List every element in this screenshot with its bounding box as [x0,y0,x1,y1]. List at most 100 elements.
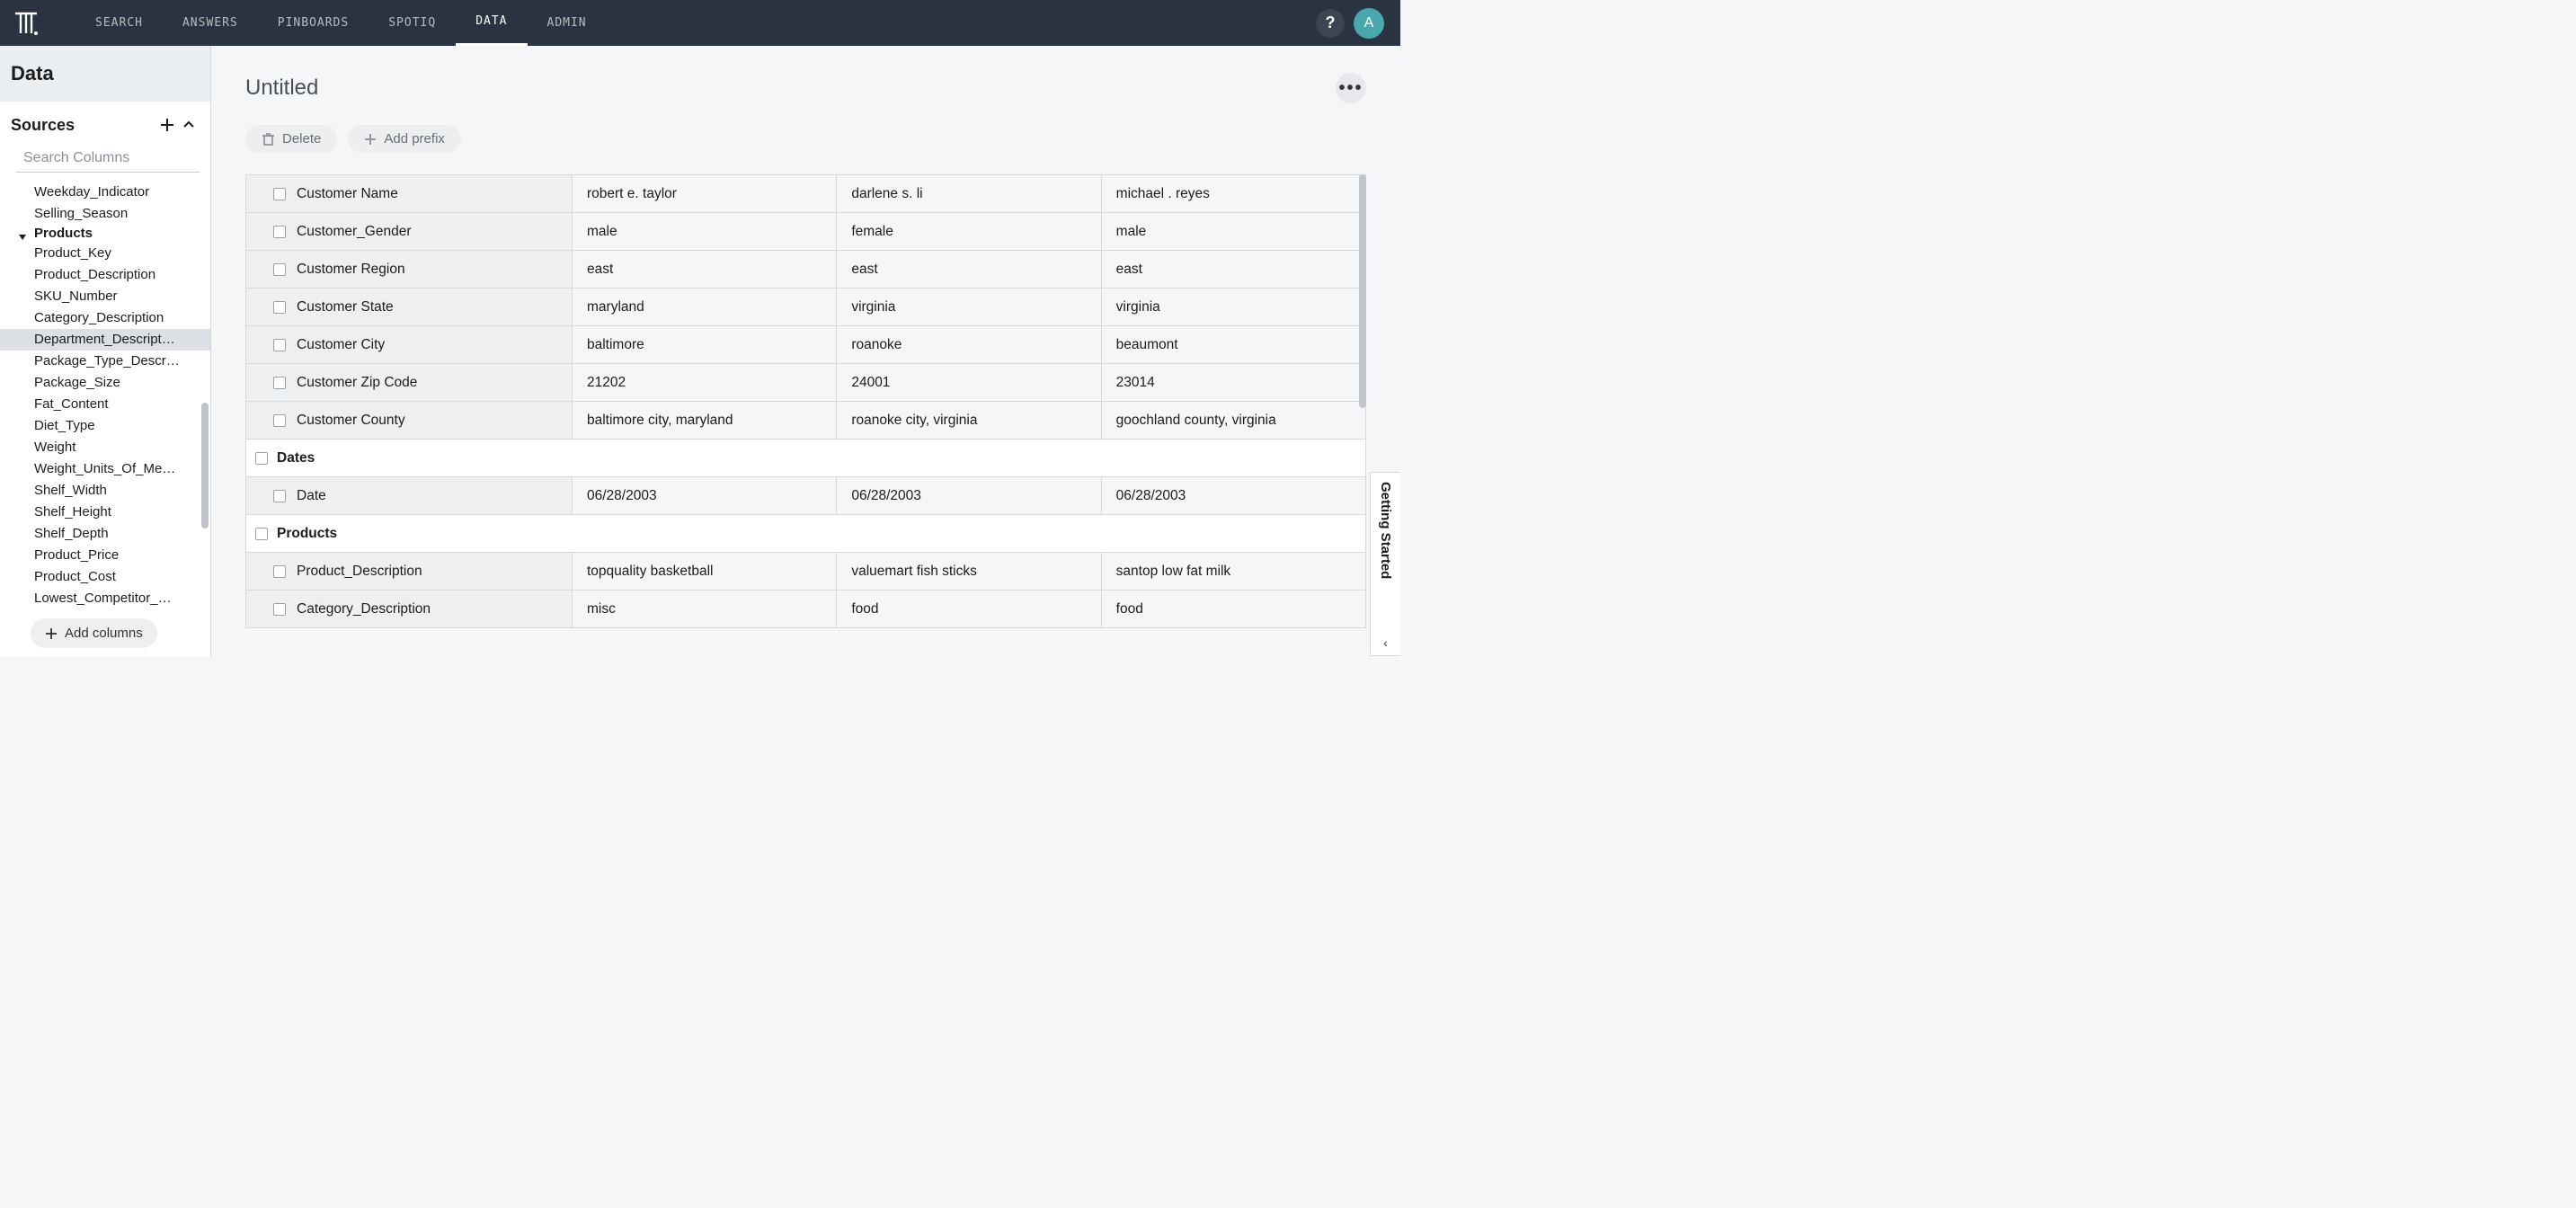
attribute-name: Customer Region [297,262,405,278]
tree-item[interactable]: Lowest_Competitor_… [0,588,210,609]
tree-item[interactable]: Product_Key [0,243,210,264]
tree-item[interactable]: Weekday_Indicator [0,182,210,203]
tree-item[interactable]: Package_Type_Descr… [0,351,210,372]
tree-item[interactable]: SKU_Number [0,286,210,307]
table-row: Customer Countybaltimore city, marylandr… [246,402,1365,440]
avatar[interactable]: A [1354,8,1384,39]
top-nav: SEARCHANSWERSPINBOARDSSPOTIQDATAADMIN ? … [0,0,1400,46]
columns-tree[interactable]: Weekday_IndicatorSelling_SeasonProductsP… [0,178,210,656]
tree-item[interactable]: Package_Size [0,372,210,394]
value-cell: beaumont [1102,326,1365,363]
getting-started-tab[interactable]: Getting Started ‹ [1370,472,1400,656]
attribute-name: Customer County [297,413,405,429]
checkbox[interactable] [273,565,286,578]
tree-item[interactable]: Product_Cost [0,566,210,588]
tree-item[interactable]: Fat_Content [0,394,210,415]
table-row: Customer Statemarylandvirginiavirginia [246,289,1365,326]
value-cell: male [1102,213,1365,250]
ellipsis-icon: ••• [1338,78,1363,99]
checkbox[interactable] [273,414,286,427]
attribute-cell[interactable]: Customer City [246,326,573,363]
value-cell: female [837,213,1101,250]
table-section-row: Products [246,515,1365,553]
tree-item[interactable]: Weight [0,437,210,458]
nav-item-data[interactable]: DATA [456,0,527,46]
attribute-cell[interactable]: Customer Region [246,251,573,288]
checkbox[interactable] [273,490,286,502]
search-columns[interactable] [16,145,200,173]
page-title[interactable]: Untitled [245,76,1336,101]
value-cell: east [1102,251,1365,288]
nav-item-search[interactable]: SEARCH [76,0,163,46]
tree-item[interactable]: Shelf_Depth [0,523,210,545]
chevron-up-icon [182,118,196,132]
search-columns-input[interactable] [23,150,209,166]
value-cell: misc [573,591,837,627]
value-cell: roanoke city, virginia [837,402,1101,439]
table-scrollbar-thumb[interactable] [1359,174,1366,408]
tree-item[interactable]: Product_Description [0,264,210,286]
checkbox[interactable] [273,226,286,238]
tree-item[interactable]: Selling_Season [0,203,210,225]
question-icon: ? [1326,13,1336,32]
value-cell: robert e. taylor [573,175,837,212]
value-cell: 06/28/2003 [837,477,1101,514]
attribute-cell[interactable]: Customer Name [246,175,573,212]
attribute-cell[interactable]: Customer Zip Code [246,364,573,401]
attribute-name: Customer Name [297,186,398,202]
nav-item-spotiq[interactable]: SPOTIQ [369,0,456,46]
nav-item-answers[interactable]: ANSWERS [163,0,258,46]
attribute-name: Customer City [297,337,385,353]
add-source-button[interactable] [156,114,178,136]
checkbox[interactable] [273,301,286,314]
section-label: Dates [277,450,315,466]
table-row: Customer Zip Code212022400123014 [246,364,1365,402]
more-menu-button[interactable]: ••• [1336,73,1366,103]
help-button[interactable]: ? [1316,9,1345,38]
checkbox[interactable] [255,528,268,540]
value-cell: valuemart fish sticks [837,553,1101,590]
attribute-cell[interactable]: Customer County [246,402,573,439]
checkbox[interactable] [273,188,286,200]
attribute-name: Date [297,488,326,504]
value-cell: roanoke [837,326,1101,363]
tree-group[interactable]: Products [0,225,210,243]
checkbox[interactable] [273,339,286,351]
attribute-cell[interactable]: Customer_Gender [246,213,573,250]
tree-item[interactable]: Shelf_Width [0,480,210,502]
checkbox[interactable] [273,377,286,389]
checkbox[interactable] [273,603,286,616]
plus-icon [364,133,377,146]
delete-button[interactable]: Delete [245,125,337,153]
attribute-cell[interactable]: Product_Description [246,553,573,590]
plus-icon [45,627,58,640]
sidebar-title: Data [11,62,200,85]
add-columns-button[interactable]: Add columns [31,618,157,648]
tree-item[interactable]: Diet_Type [0,415,210,437]
nav-item-admin[interactable]: ADMIN [528,0,607,46]
attribute-cell[interactable]: Date [246,477,573,514]
attribute-cell[interactable]: Category_Description [246,591,573,627]
scrollbar-thumb[interactable] [201,403,209,528]
nav-item-pinboards[interactable]: PINBOARDS [258,0,369,46]
tree-item[interactable]: Shelf_Height [0,502,210,523]
tree-item[interactable]: Product_Price [0,545,210,566]
attribute-cell[interactable]: Customer State [246,289,573,325]
section-cell[interactable]: Dates [246,440,1365,476]
collapse-sources-button[interactable] [178,114,200,136]
tree-item[interactable]: Department_Descript… [0,329,210,351]
table-row: Date06/28/200306/28/200306/28/2003 [246,477,1365,515]
app-logo[interactable] [11,8,41,39]
checkbox[interactable] [255,452,268,465]
section-cell[interactable]: Products [246,515,1365,552]
delete-label: Delete [282,131,321,147]
logo-icon [13,10,40,37]
table-row: Customer Citybaltimoreroanokebeaumont [246,326,1365,364]
attribute-name: Customer_Gender [297,224,412,240]
tree-item[interactable]: Category_Description [0,307,210,329]
checkbox[interactable] [273,263,286,276]
add-prefix-button[interactable]: Add prefix [348,125,461,153]
value-cell: goochland county, virginia [1102,402,1365,439]
sources-label: Sources [11,116,156,135]
tree-item[interactable]: Weight_Units_Of_Me… [0,458,210,480]
